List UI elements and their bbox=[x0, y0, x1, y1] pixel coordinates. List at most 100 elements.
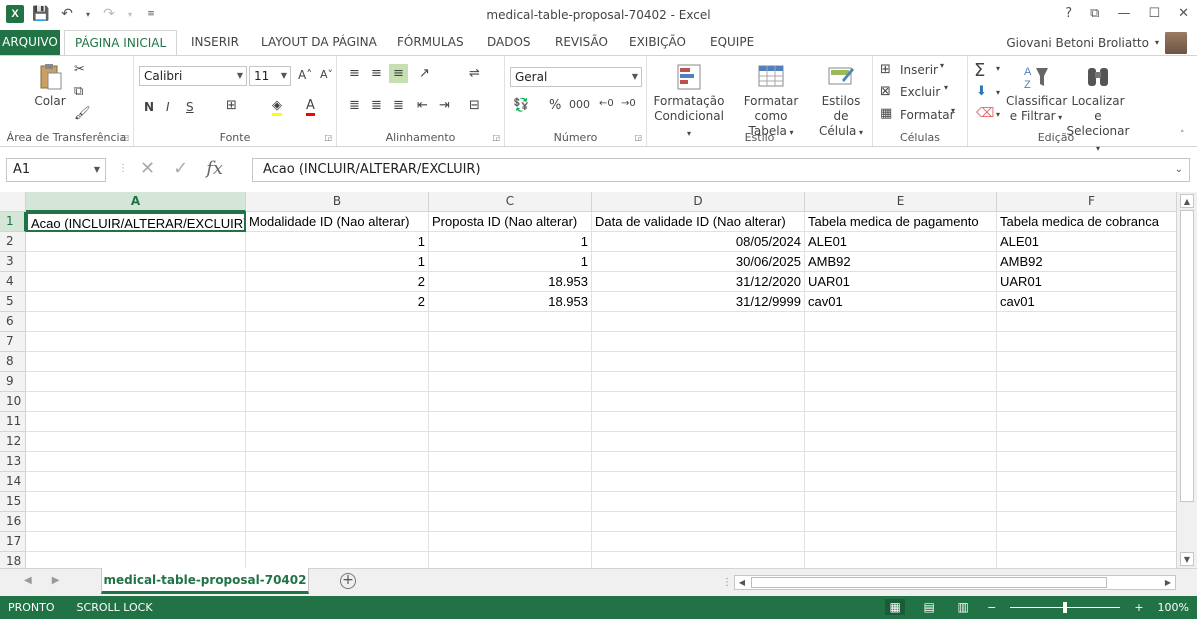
worksheet-grid[interactable]: A B C D E F 1 Acao (INCLUIR/ALTERAR/EXCLUIR) Mod… bbox=[0, 192, 1176, 568]
cell-b5[interactable]: 2 bbox=[246, 292, 429, 312]
cell-c17[interactable] bbox=[429, 532, 592, 552]
cell-d10[interactable] bbox=[592, 392, 805, 412]
row-header-18[interactable]: 18 bbox=[0, 552, 26, 568]
cell-f16[interactable] bbox=[997, 512, 1176, 532]
cell-b13[interactable] bbox=[246, 452, 429, 472]
paste-button[interactable]: Colar bbox=[28, 62, 72, 109]
cell-d18[interactable] bbox=[592, 552, 805, 568]
orientation-icon[interactable]: ↗ bbox=[419, 66, 430, 81]
cell-a1[interactable]: Acao (INCLUIR/ALTERAR/EXCLUIR) bbox=[26, 212, 246, 232]
cell-d2[interactable]: 08/05/2024 bbox=[592, 232, 805, 252]
expand-formula-bar-icon[interactable]: ⌄ bbox=[1175, 159, 1183, 181]
number-format-select[interactable]: Geral ▼ bbox=[510, 67, 642, 87]
cell-c8[interactable] bbox=[429, 352, 592, 372]
cell-styles-button[interactable]: Estilos de Célula ▾ bbox=[813, 62, 869, 140]
cell-a6[interactable] bbox=[26, 312, 246, 332]
cell-e6[interactable] bbox=[805, 312, 997, 332]
comma-style-icon[interactable]: 000 bbox=[569, 98, 590, 111]
cell-e9[interactable] bbox=[805, 372, 997, 392]
row-header-10[interactable]: 10 bbox=[0, 392, 26, 412]
cell-f6[interactable] bbox=[997, 312, 1176, 332]
zoom-slider-knob[interactable] bbox=[1063, 601, 1068, 613]
tab-page-layout[interactable]: LAYOUT DA PÁGINA bbox=[251, 30, 387, 55]
cell-c1[interactable]: Proposta ID (Nao alterar) bbox=[429, 212, 592, 232]
formula-input[interactable]: Acao (INCLUIR/ALTERAR/EXCLUIR) ⌄ bbox=[252, 158, 1190, 182]
cell-d14[interactable] bbox=[592, 472, 805, 492]
cell-f7[interactable] bbox=[997, 332, 1176, 352]
cell-a14[interactable] bbox=[26, 472, 246, 492]
prev-sheet-icon[interactable]: ◀ bbox=[24, 575, 32, 586]
cell-d6[interactable] bbox=[592, 312, 805, 332]
dialog-launcher-icon[interactable]: ◲ bbox=[121, 133, 129, 142]
cell-f4[interactable]: UAR01 bbox=[997, 272, 1176, 292]
select-all-button[interactable] bbox=[0, 192, 26, 212]
scroll-right-icon[interactable]: ▶ bbox=[1161, 576, 1175, 589]
tab-formulas[interactable]: FÓRMULAS bbox=[387, 30, 474, 55]
cell-d4[interactable]: 31/12/2020 bbox=[592, 272, 805, 292]
cell-b15[interactable] bbox=[246, 492, 429, 512]
normal-view-icon[interactable]: ▦ bbox=[885, 599, 906, 615]
cell-f5[interactable]: cav01 bbox=[997, 292, 1176, 312]
cell-e11[interactable] bbox=[805, 412, 997, 432]
cell-e16[interactable] bbox=[805, 512, 997, 532]
cell-c7[interactable] bbox=[429, 332, 592, 352]
cell-e7[interactable] bbox=[805, 332, 997, 352]
row-header-1[interactable]: 1 bbox=[0, 212, 26, 232]
cell-d7[interactable] bbox=[592, 332, 805, 352]
dialog-launcher-icon[interactable]: ◲ bbox=[324, 133, 332, 142]
cell-e10[interactable] bbox=[805, 392, 997, 412]
underline-button[interactable]: S bbox=[186, 100, 194, 114]
cell-a7[interactable] bbox=[26, 332, 246, 352]
format-cells-button[interactable]: Formatar bbox=[900, 108, 955, 122]
cell-a8[interactable] bbox=[26, 352, 246, 372]
align-middle-icon[interactable]: ≡ bbox=[371, 66, 382, 81]
cell-a2[interactable] bbox=[26, 232, 246, 252]
merge-center-icon[interactable]: ⊟ bbox=[469, 98, 480, 113]
fill-icon[interactable]: ⬇ bbox=[976, 84, 987, 99]
decrease-indent-icon[interactable]: ⇤ bbox=[417, 98, 428, 113]
close-icon[interactable]: ✕ bbox=[1178, 6, 1189, 21]
ribbon-display-icon[interactable]: ⧉ bbox=[1090, 6, 1099, 21]
dialog-launcher-icon[interactable]: ◲ bbox=[492, 133, 500, 142]
row-header-3[interactable]: 3 bbox=[0, 252, 26, 272]
row-header-17[interactable]: 17 bbox=[0, 532, 26, 552]
cell-d9[interactable] bbox=[592, 372, 805, 392]
cell-c5[interactable]: 18.953 bbox=[429, 292, 592, 312]
cell-f1[interactable]: Tabela medica de cobranca bbox=[997, 212, 1176, 232]
cell-a4[interactable] bbox=[26, 272, 246, 292]
increase-indent-icon[interactable]: ⇥ bbox=[439, 98, 450, 113]
cell-c2[interactable]: 1 bbox=[429, 232, 592, 252]
chevron-down-icon[interactable]: ▾ bbox=[951, 106, 955, 115]
cell-b7[interactable] bbox=[246, 332, 429, 352]
font-color-icon[interactable]: A bbox=[306, 98, 315, 116]
cell-e12[interactable] bbox=[805, 432, 997, 452]
cell-a5[interactable] bbox=[26, 292, 246, 312]
tab-data[interactable]: DADOS bbox=[477, 30, 541, 55]
cell-f14[interactable] bbox=[997, 472, 1176, 492]
cell-e14[interactable] bbox=[805, 472, 997, 492]
column-header-c[interactable]: C bbox=[429, 192, 592, 212]
cell-a16[interactable] bbox=[26, 512, 246, 532]
cell-a10[interactable] bbox=[26, 392, 246, 412]
cell-d13[interactable] bbox=[592, 452, 805, 472]
next-sheet-icon[interactable]: ▶ bbox=[52, 575, 60, 586]
cell-c14[interactable] bbox=[429, 472, 592, 492]
sheet-tab[interactable]: medical-table-proposal-70402 bbox=[101, 568, 309, 594]
help-icon[interactable]: ? bbox=[1065, 6, 1072, 21]
row-header-9[interactable]: 9 bbox=[0, 372, 26, 392]
enter-icon[interactable]: ✓ bbox=[173, 158, 188, 179]
cell-e18[interactable] bbox=[805, 552, 997, 568]
cell-c6[interactable] bbox=[429, 312, 592, 332]
chevron-down-icon[interactable]: ▾ bbox=[996, 110, 1000, 119]
horizontal-scroll-thumb[interactable] bbox=[751, 577, 1107, 588]
add-sheet-icon[interactable]: + bbox=[340, 573, 356, 589]
cell-f12[interactable] bbox=[997, 432, 1176, 452]
tab-team[interactable]: EQUIPE bbox=[700, 30, 764, 55]
fill-color-icon[interactable]: ◈ bbox=[272, 98, 282, 116]
clear-icon[interactable]: ⌫ bbox=[976, 106, 994, 121]
cell-c11[interactable] bbox=[429, 412, 592, 432]
cell-e13[interactable] bbox=[805, 452, 997, 472]
tab-review[interactable]: REVISÃO bbox=[545, 30, 618, 55]
cell-c15[interactable] bbox=[429, 492, 592, 512]
cell-f18[interactable] bbox=[997, 552, 1176, 568]
